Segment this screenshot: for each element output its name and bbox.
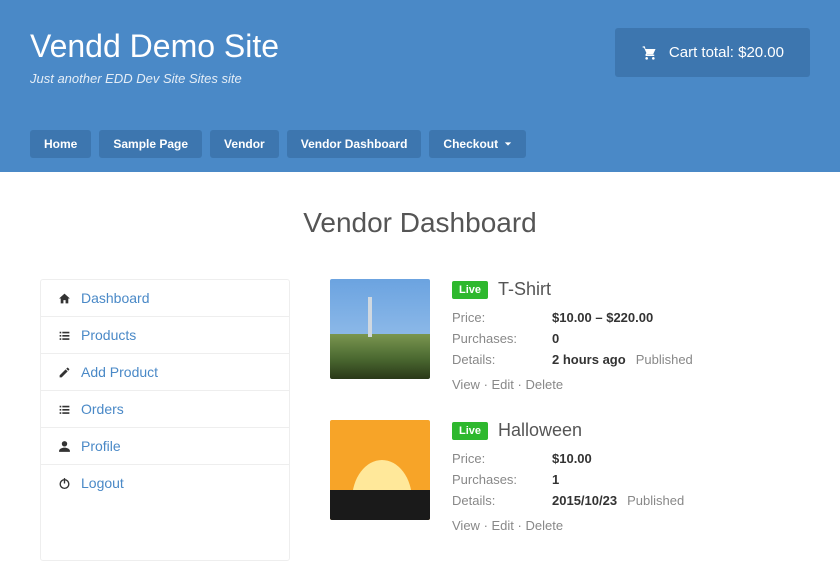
sidebar-item-add-product[interactable]: Add Product xyxy=(41,354,289,391)
power-icon xyxy=(57,476,71,490)
page-title: Vendor Dashboard xyxy=(0,207,840,239)
product-list: Live T-Shirt Price:$10.00 – $220.00 Purc… xyxy=(330,279,800,561)
sidebar-item-profile[interactable]: Profile xyxy=(41,428,289,465)
product-thumbnail[interactable] xyxy=(330,420,430,520)
chevron-down-icon xyxy=(504,140,512,148)
details-status: Published xyxy=(627,493,684,508)
view-link[interactable]: View xyxy=(452,518,480,533)
product-row: Live Halloween Price:$10.00 Purchases:1 … xyxy=(330,420,800,533)
purchases-value: 1 xyxy=(552,472,559,487)
product-row: Live T-Shirt Price:$10.00 – $220.00 Purc… xyxy=(330,279,800,392)
edit-link[interactable]: Edit xyxy=(492,518,514,533)
sidebar-item-products[interactable]: Products xyxy=(41,317,289,354)
cart-icon xyxy=(641,45,659,61)
details-time: 2 hours ago xyxy=(552,352,626,367)
product-title[interactable]: T-Shirt xyxy=(498,279,551,300)
nav-sample-page[interactable]: Sample Page xyxy=(99,130,202,158)
view-link[interactable]: View xyxy=(452,377,480,392)
site-title[interactable]: Vendd Demo Site xyxy=(30,28,279,65)
price-label: Price: xyxy=(452,310,552,325)
sidebar-item-logout[interactable]: Logout xyxy=(41,465,289,501)
delete-link[interactable]: Delete xyxy=(525,377,563,392)
user-icon xyxy=(57,439,71,453)
product-thumbnail[interactable] xyxy=(330,279,430,379)
product-title[interactable]: Halloween xyxy=(498,420,582,441)
edit-link[interactable]: Edit xyxy=(492,377,514,392)
list-icon xyxy=(57,328,71,342)
home-icon xyxy=(57,291,71,305)
cart-label: Cart total: $20.00 xyxy=(669,44,784,61)
purchases-label: Purchases: xyxy=(452,331,552,346)
nav-home[interactable]: Home xyxy=(30,130,91,158)
status-badge: Live xyxy=(452,281,488,299)
site-tagline: Just another EDD Dev Site Sites site xyxy=(30,71,279,86)
status-badge: Live xyxy=(452,422,488,440)
price-label: Price: xyxy=(452,451,552,466)
header: Vendd Demo Site Just another EDD Dev Sit… xyxy=(0,0,840,172)
pencil-icon xyxy=(57,365,71,379)
cart-button[interactable]: Cart total: $20.00 xyxy=(615,28,810,77)
list-icon xyxy=(57,402,71,416)
details-status: Published xyxy=(636,352,693,367)
product-actions: View · Edit · Delete xyxy=(452,377,800,392)
details-label: Details: xyxy=(452,352,552,367)
main-nav: Home Sample Page Vendor Vendor Dashboard… xyxy=(30,130,810,172)
price-value: $10.00 – $220.00 xyxy=(552,310,653,325)
vendor-sidebar: Dashboard Products Add Product Orders Pr… xyxy=(40,279,290,561)
delete-link[interactable]: Delete xyxy=(525,518,563,533)
sidebar-item-dashboard[interactable]: Dashboard xyxy=(41,280,289,317)
nav-vendor[interactable]: Vendor xyxy=(210,130,279,158)
purchases-label: Purchases: xyxy=(452,472,552,487)
nav-vendor-dashboard[interactable]: Vendor Dashboard xyxy=(287,130,422,158)
sidebar-item-orders[interactable]: Orders xyxy=(41,391,289,428)
purchases-value: 0 xyxy=(552,331,559,346)
nav-checkout[interactable]: Checkout xyxy=(429,130,526,158)
details-time: 2015/10/23 xyxy=(552,493,617,508)
product-actions: View · Edit · Delete xyxy=(452,518,800,533)
price-value: $10.00 xyxy=(552,451,592,466)
details-label: Details: xyxy=(452,493,552,508)
